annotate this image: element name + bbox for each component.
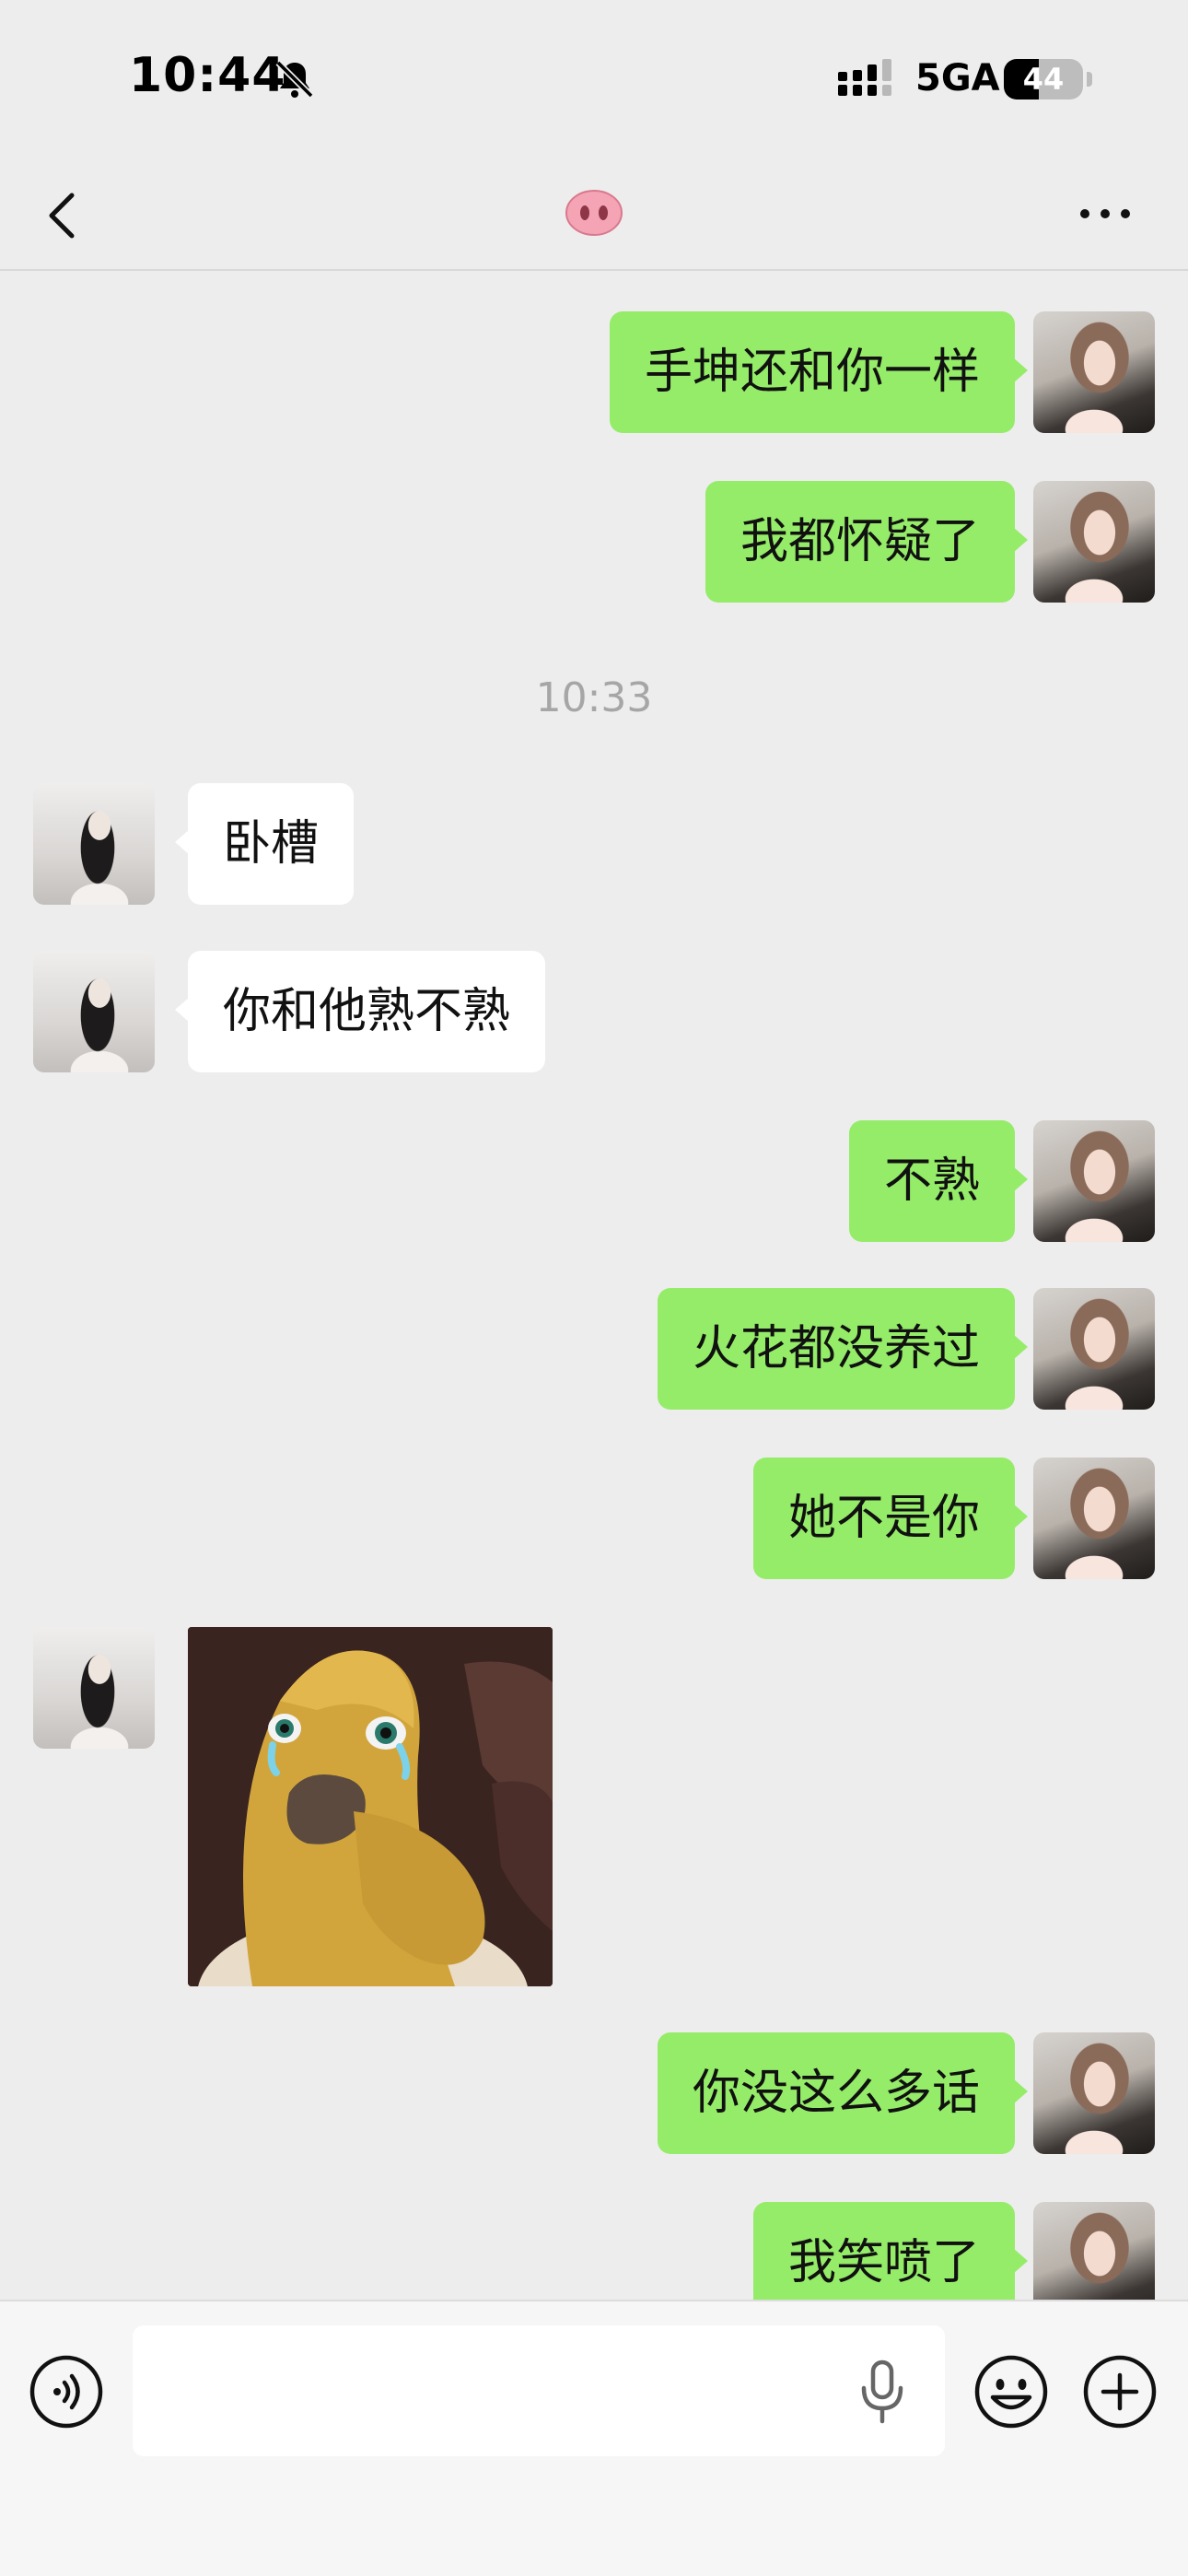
avatar-peer[interactable] — [33, 951, 155, 1072]
message-outgoing: 我笑喷了 — [0, 2202, 1188, 2300]
message-incoming-sticker — [0, 1627, 1188, 1988]
avatar-self[interactable] — [1033, 1288, 1155, 1410]
battery-icon: 44 — [1004, 59, 1083, 100]
message-timestamp: 10:33 — [535, 674, 653, 721]
message-outgoing: 她不是你 — [0, 1458, 1188, 1579]
crying-creature-sticker-icon — [188, 1627, 553, 1986]
message-outgoing: 你没这么多话 — [0, 2032, 1188, 2154]
more-options-icon[interactable] — [1068, 184, 1142, 243]
message-outgoing: 手坤还和你一样 — [0, 311, 1188, 433]
network-type: 5GA — [915, 57, 1000, 100]
message-bubble[interactable]: 她不是你 — [752, 1458, 1029, 1579]
back-chevron-icon[interactable] — [28, 179, 101, 252]
message-outgoing: 不熟 — [0, 1120, 1188, 1242]
avatar-self[interactable] — [1033, 311, 1155, 433]
plus-icon[interactable] — [1081, 2353, 1159, 2430]
emoji-icon[interactable] — [973, 2353, 1050, 2430]
bell-slash-icon — [275, 60, 314, 99]
message-incoming: 卧槽 — [0, 783, 1188, 905]
message-incoming: 你和他熟不熟 — [0, 951, 1188, 1072]
message-bubble[interactable]: 你没这么多话 — [657, 2032, 1029, 2154]
chat-area[interactable]: 手坤还和你一样 我都怀疑了 10:33 卧槽 你和他熟不熟 不熟 火花都没养过 … — [0, 273, 1188, 2300]
signal-icon — [838, 59, 891, 96]
message-outgoing: 我都怀疑了 — [0, 481, 1188, 603]
message-bubble[interactable]: 我都怀疑了 — [705, 481, 1029, 603]
status-time: 10:44 — [129, 48, 286, 103]
avatar-self[interactable] — [1033, 1120, 1155, 1242]
battery-level: 44 — [1022, 62, 1065, 97]
message-bubble[interactable]: 我笑喷了 — [752, 2202, 1029, 2300]
message-bubble[interactable]: 手坤还和你一样 — [609, 311, 1029, 433]
chat-header — [0, 157, 1188, 271]
message-bubble[interactable]: 卧槽 — [174, 783, 355, 905]
avatar-self[interactable] — [1033, 2032, 1155, 2154]
sticker-image[interactable] — [188, 1627, 553, 1986]
message-outgoing: 火花都没养过 — [0, 1288, 1188, 1410]
avatar-peer[interactable] — [33, 1627, 155, 1749]
message-bubble[interactable]: 不熟 — [848, 1120, 1029, 1242]
mic-icon[interactable] — [855, 2357, 910, 2427]
avatar-self[interactable] — [1033, 481, 1155, 603]
message-bubble[interactable]: 火花都没养过 — [657, 1288, 1029, 1410]
status-bar: 10:44 5GA 44 — [0, 0, 1188, 157]
message-bubble[interactable]: 你和他熟不熟 — [174, 951, 546, 1072]
pig-nose-icon — [565, 190, 623, 236]
input-bar — [0, 2300, 1188, 2576]
battery-cap — [1087, 72, 1092, 87]
message-input[interactable] — [133, 2325, 945, 2456]
avatar-self[interactable] — [1033, 2202, 1155, 2300]
voice-icon[interactable] — [28, 2353, 105, 2430]
avatar-self[interactable] — [1033, 1458, 1155, 1579]
avatar-peer[interactable] — [33, 783, 155, 905]
